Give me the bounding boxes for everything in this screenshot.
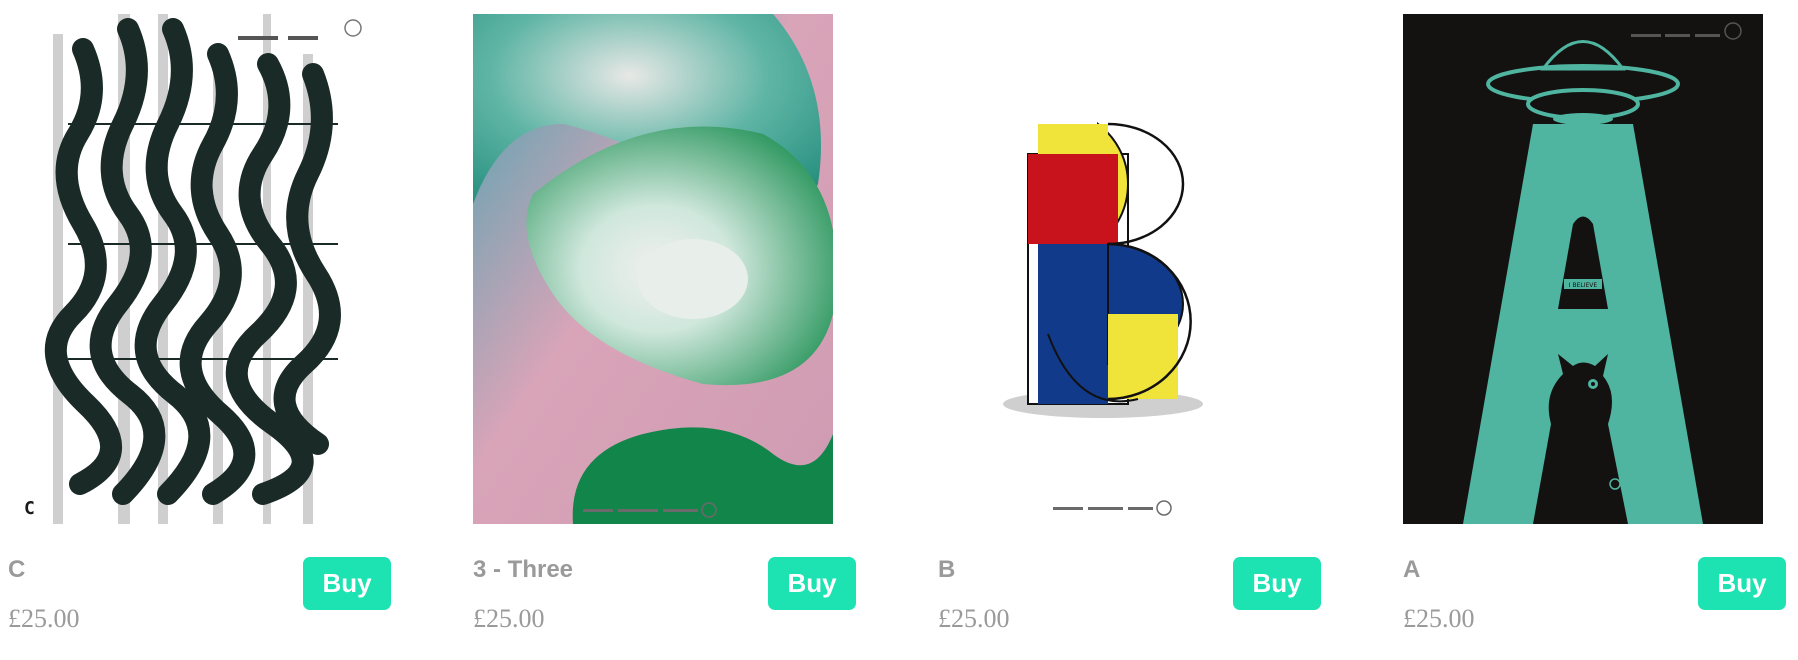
product-image[interactable]: C xyxy=(8,14,368,524)
poster-letter: C xyxy=(24,498,35,519)
poster-three-art xyxy=(473,14,833,524)
product-image[interactable]: I BELIEVE xyxy=(1403,14,1763,524)
product-price: £25.00 xyxy=(8,604,80,633)
product-card: C C £25.00 Buy xyxy=(0,0,396,660)
product-card: 3 - Three £25.00 Buy xyxy=(465,0,861,660)
product-image[interactable] xyxy=(938,14,1298,524)
poster-label: I BELIEVE xyxy=(1569,282,1598,289)
product-image[interactable] xyxy=(473,14,833,524)
product-card: I BELIEVE A £25.00 Buy xyxy=(1395,0,1791,660)
product-price: £25.00 xyxy=(473,604,545,633)
product-title[interactable]: C xyxy=(8,556,25,584)
buy-button[interactable]: Buy xyxy=(1233,557,1321,610)
buy-button[interactable]: Buy xyxy=(768,557,856,610)
poster-b-art xyxy=(938,14,1298,524)
product-price: £25.00 xyxy=(938,604,1010,633)
buy-button[interactable]: Buy xyxy=(1698,557,1786,610)
product-title[interactable]: 3 - Three xyxy=(473,556,573,584)
product-price: £25.00 xyxy=(1403,604,1475,633)
product-title[interactable]: B xyxy=(938,556,955,584)
product-card: B £25.00 Buy xyxy=(930,0,1326,660)
buy-button[interactable]: Buy xyxy=(303,557,391,610)
product-title[interactable]: A xyxy=(1403,556,1420,584)
poster-c-art: C xyxy=(8,14,368,524)
poster-a-art: I BELIEVE xyxy=(1403,14,1763,524)
